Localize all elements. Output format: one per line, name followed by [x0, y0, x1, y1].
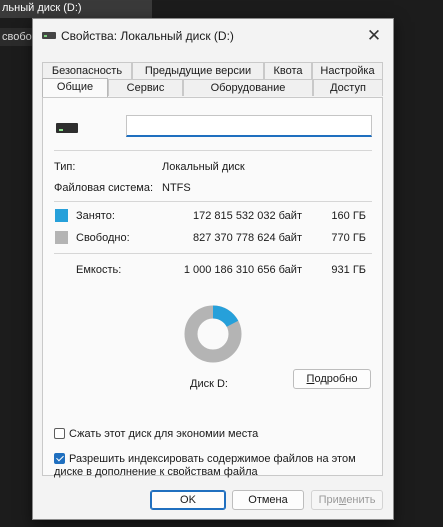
tabs-row-2: Общие Сервис Оборудование Доступ — [42, 78, 383, 97]
used-gb: 160 ГБ — [331, 210, 366, 222]
tab-general[interactable]: Общие — [42, 78, 108, 97]
used-label: Занято: — [76, 210, 115, 222]
tab-security[interactable]: Безопасность — [42, 62, 132, 79]
dialog-title: Свойства: Локальный диск (D:) — [61, 29, 234, 43]
tab-quota[interactable]: Квота — [264, 62, 312, 79]
free-gb: 770 ГБ — [331, 232, 366, 244]
free-label: Свободно: — [76, 232, 130, 244]
apply-button[interactable]: Применить — [311, 490, 383, 510]
title-bar[interactable]: Свойства: Локальный диск (D:) ✕ — [33, 19, 393, 53]
separator — [54, 253, 372, 254]
index-label-line2[interactable]: диске в дополнение к свойствам файла — [54, 466, 258, 478]
used-space-swatch — [55, 209, 68, 222]
tabs-row-1: Безопасность Предыдущие версии Квота Нас… — [42, 62, 383, 79]
type-label: Тип: — [54, 161, 76, 173]
apply-label-prefix: При — [318, 494, 339, 506]
volume-name-input[interactable] — [126, 115, 372, 137]
ok-button[interactable]: OK — [150, 490, 226, 510]
index-label-line1[interactable]: Разрешить индексировать содержимое файло… — [69, 453, 356, 465]
tab-previous-versions[interactable]: Предыдущие версии — [132, 62, 264, 79]
disk-label: Диск D: — [190, 378, 228, 390]
tab-customize[interactable]: Настройка — [312, 62, 383, 79]
capacity-label: Емкость: — [76, 264, 122, 276]
tab-sharing[interactable]: Доступ — [313, 79, 383, 96]
tab-hardware[interactable]: Оборудование — [183, 79, 313, 96]
drive-icon — [56, 123, 78, 133]
capacity-gb: 931 ГБ — [331, 264, 366, 276]
compress-checkbox[interactable] — [54, 428, 65, 439]
close-button[interactable]: ✕ — [361, 24, 387, 48]
details-button[interactable]: Подробно — [293, 369, 371, 389]
filesystem-value: NTFS — [162, 182, 191, 194]
background-window-title: льный диск (D:) — [0, 0, 152, 18]
cancel-button[interactable]: Отмена — [232, 490, 304, 510]
type-value: Локальный диск — [162, 161, 245, 173]
general-panel: Тип: Локальный диск Файловая система: NT… — [42, 97, 383, 478]
properties-dialog: Свойства: Локальный диск (D:) ✕ Безопасн… — [32, 18, 394, 520]
separator — [54, 201, 372, 202]
background-side-text: свобо — [0, 28, 34, 46]
capacity-bytes: 1 000 186 310 656 байт — [183, 264, 302, 276]
disk-usage-chart — [184, 305, 242, 363]
used-bytes: 172 815 532 032 байт — [193, 210, 302, 222]
free-bytes: 827 370 778 624 байт — [193, 232, 302, 244]
index-checkbox[interactable] — [54, 453, 65, 464]
apply-label-rest: енить — [346, 494, 376, 506]
drive-icon — [42, 32, 56, 39]
filesystem-label: Файловая система: — [54, 182, 154, 194]
tab-tools[interactable]: Сервис — [108, 79, 183, 96]
free-space-swatch — [55, 231, 68, 244]
compress-label[interactable]: Сжать этот диск для экономии места — [69, 428, 258, 440]
details-label: одробно — [314, 373, 358, 385]
separator — [54, 150, 372, 151]
